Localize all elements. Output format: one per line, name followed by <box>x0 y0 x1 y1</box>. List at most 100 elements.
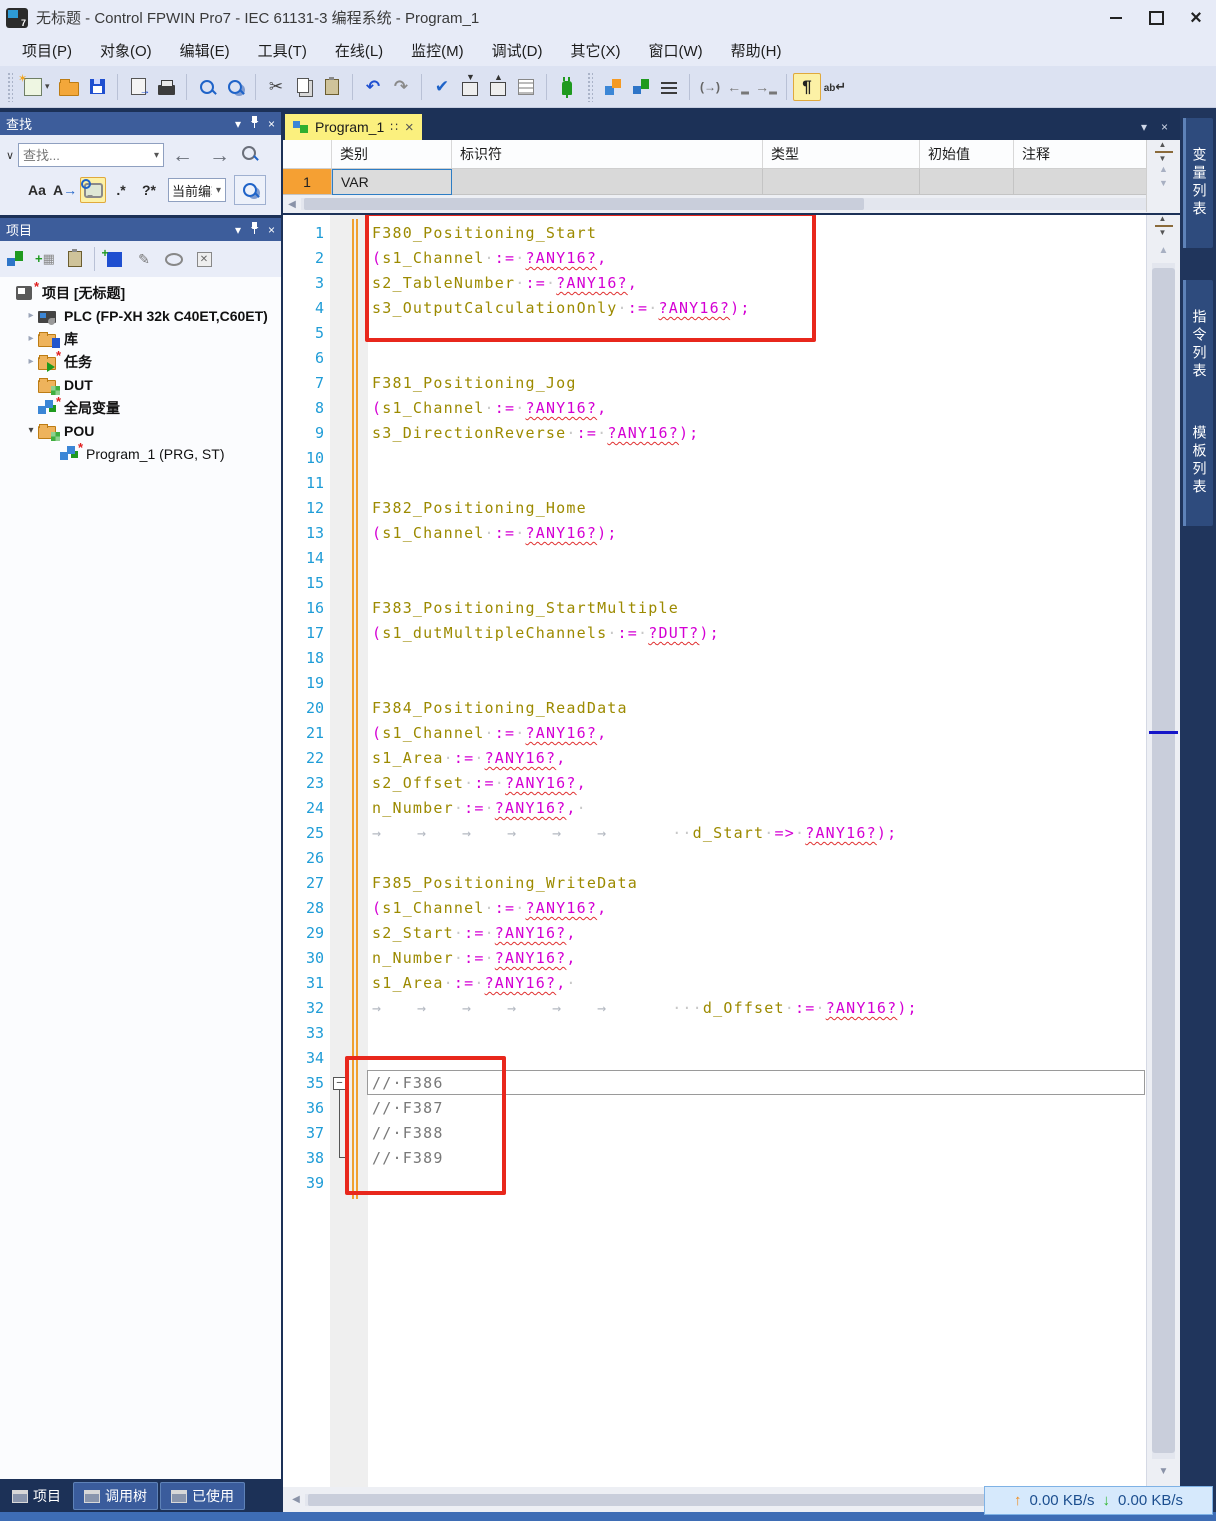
close-panel-icon[interactable]: × <box>268 223 275 237</box>
find-icon[interactable] <box>193 73 221 101</box>
menu-item-5[interactable]: 在线(L) <box>321 36 397 65</box>
menu-item-10[interactable]: 帮助(H) <box>717 36 796 65</box>
code-line-8[interactable]: 8(s1_Channel·:=·?ANY16?, <box>283 396 1180 421</box>
find-next-icon[interactable]: → <box>201 145 238 166</box>
scrollbar-thumb[interactable] <box>308 1494 1008 1506</box>
match-case-button[interactable]: Aa <box>24 177 50 203</box>
code-line-15[interactable]: 15 <box>283 571 1180 596</box>
code-line-23[interactable]: 23s2_Offset·:=·?ANY16?, <box>283 771 1180 796</box>
code-line-6[interactable]: 6 <box>283 346 1180 371</box>
code-line-27[interactable]: 27F385_Positioning_WriteData <box>283 871 1180 896</box>
online-mode-icon[interactable] <box>553 73 581 101</box>
incremental-search-button[interactable] <box>80 177 106 203</box>
scroll-left-icon[interactable]: ◀ <box>283 199 301 210</box>
scroll-down-icon[interactable]: ▼ <box>1147 1466 1180 1477</box>
tab-bar-close-icon[interactable]: × <box>1161 120 1168 134</box>
chevron-right-icon[interactable]: ▸ <box>24 333 38 344</box>
panel-menu-icon[interactable]: ▾ <box>235 223 241 237</box>
view-object-icon[interactable] <box>161 246 187 272</box>
column-header-3[interactable]: 类型 <box>763 140 920 168</box>
code-line-25[interactable]: 25→→→→→→··d_Start·=>·?ANY16?); <box>283 821 1180 846</box>
row-number-cell[interactable]: 1 <box>283 169 332 195</box>
code-line-29[interactable]: 29s2_Start·:=·?ANY16?, <box>283 921 1180 946</box>
find-previous-icon[interactable]: ← <box>164 145 201 166</box>
new-document-icon[interactable] <box>19 73 47 101</box>
code-line-24[interactable]: 24n_Number·:=·?ANY16?,· <box>283 796 1180 821</box>
upload-from-plc-icon[interactable] <box>484 73 512 101</box>
column-header-1[interactable]: 类别 <box>332 140 452 168</box>
code-line-30[interactable]: 30n_Number·:=·?ANY16?, <box>283 946 1180 971</box>
column-header-2[interactable]: 标识符 <box>452 140 763 168</box>
code-line-16[interactable]: 16F383_Positioning_StartMultiple <box>283 596 1180 621</box>
code-line-28[interactable]: 28(s1_Channel·:=·?ANY16?, <box>283 896 1180 921</box>
import-object-icon[interactable] <box>62 246 88 272</box>
menu-item-7[interactable]: 调试(D) <box>478 36 557 65</box>
delete-object-icon[interactable]: ✕ <box>191 246 217 272</box>
code-line-33[interactable]: 33 <box>283 1021 1180 1046</box>
close-panel-icon[interactable]: × <box>268 117 275 131</box>
pin-icon[interactable] <box>250 116 259 131</box>
code-line-11[interactable]: 11 <box>283 471 1180 496</box>
code-line-31[interactable]: 31s1_Area·:=·?ANY16?,· <box>283 971 1180 996</box>
close-icon[interactable]: × <box>1176 0 1216 35</box>
code-line-32[interactable]: 32→→→→→→···d_Offset·:=·?ANY16?); <box>283 996 1180 1021</box>
side-tab-1[interactable]: 变量列表 <box>1183 118 1213 248</box>
cut-icon[interactable]: ✂ <box>262 73 290 101</box>
panel-menu-icon[interactable]: ▾ <box>235 117 241 131</box>
outdent-icon[interactable]: ←▂ <box>724 73 752 101</box>
minimize-icon[interactable] <box>1096 0 1136 35</box>
code-line-12[interactable]: 12F382_Positioning_Home <box>283 496 1180 521</box>
tree-item-library[interactable]: ▸库 <box>0 327 281 350</box>
code-line-19[interactable]: 19 <box>283 671 1180 696</box>
column-header-4[interactable]: 初始值 <box>920 140 1014 168</box>
scrollbar-thumb[interactable] <box>1152 268 1175 1453</box>
show-whitespace-icon[interactable]: ¶ <box>793 73 821 101</box>
code-line-7[interactable]: 7F381_Positioning_Jog <box>283 371 1180 396</box>
chevron-right-icon[interactable]: ▸ <box>24 310 38 321</box>
scroll-up-icon[interactable]: ▲ <box>1147 162 1180 176</box>
tree-item-plc[interactable]: ▸PLC (FP-XH 32k C40ET,C60ET) <box>0 304 281 327</box>
table-horizontal-scrollbar[interactable]: ◀▶ <box>283 195 1180 213</box>
table-cell-type[interactable] <box>763 169 920 195</box>
maximize-icon[interactable] <box>1136 0 1176 35</box>
paste-icon[interactable] <box>318 73 346 101</box>
column-header-5[interactable]: 注释 <box>1014 140 1147 168</box>
scroll-up-icon[interactable]: ▲ <box>1147 245 1180 256</box>
chevron-down-icon[interactable]: ▾ <box>24 425 38 436</box>
pin-icon[interactable] <box>250 222 259 237</box>
download-to-plc-icon[interactable] <box>456 73 484 101</box>
new-pou-icon[interactable]: + <box>101 246 127 272</box>
table-cell-identifier[interactable] <box>452 169 763 195</box>
menu-item-1[interactable]: 项目(P) <box>8 36 86 65</box>
monitor-values-icon[interactable] <box>599 73 627 101</box>
scroll-down-icon[interactable]: ▼ <box>1147 176 1180 190</box>
code-line-13[interactable]: 13(s1_Channel·:=·?ANY16?); <box>283 521 1180 546</box>
code-line-22[interactable]: 22s1_Area·:=·?ANY16?, <box>283 746 1180 771</box>
tree-item-program[interactable]: *Program_1 (PRG, ST) <box>0 442 281 465</box>
code-line-21[interactable]: 21(s1_Channel·:=·?ANY16?, <box>283 721 1180 746</box>
copy-icon[interactable] <box>290 73 318 101</box>
bottom-tab-3[interactable]: 已使用 <box>160 1482 245 1510</box>
search-all-documents-button[interactable] <box>234 175 266 205</box>
chevron-right-icon[interactable]: ▸ <box>24 356 38 367</box>
undo-icon[interactable]: ↶ <box>359 73 387 101</box>
import-document-icon[interactable] <box>124 73 152 101</box>
code-editor[interactable]: 1F380_Positioning_Start2(s1_Channel·:=·?… <box>283 215 1180 1487</box>
menu-item-4[interactable]: 工具(T) <box>244 36 321 65</box>
scrollbar-track[interactable] <box>301 198 1160 210</box>
bottom-tab-2[interactable]: 调用树 <box>73 1482 158 1510</box>
tab-close-icon[interactable]: × <box>405 119 414 136</box>
edit-object-icon[interactable]: ✎ <box>131 246 157 272</box>
tree-item-dut[interactable]: DUT <box>0 373 281 396</box>
menu-item-6[interactable]: 监控(M) <box>397 36 478 65</box>
splitter-icon[interactable]: ▼ <box>1153 218 1175 234</box>
tab-grip-icon[interactable]: ∷ <box>390 120 399 134</box>
collapse-chevron-icon[interactable]: ∨ <box>2 149 18 162</box>
regex-button[interactable]: .* <box>108 177 134 203</box>
code-line-17[interactable]: 17(s1_dutMultipleChannels·:=·?DUT?); <box>283 621 1180 646</box>
menu-item-2[interactable]: 对象(O) <box>86 36 166 65</box>
online-edit-icon[interactable] <box>627 73 655 101</box>
menu-item-9[interactable]: 窗口(W) <box>635 36 717 65</box>
editor-vertical-scrollbar[interactable]: ▼ ▲ ▼ <box>1146 215 1180 1487</box>
redo-icon[interactable]: ↷ <box>387 73 415 101</box>
